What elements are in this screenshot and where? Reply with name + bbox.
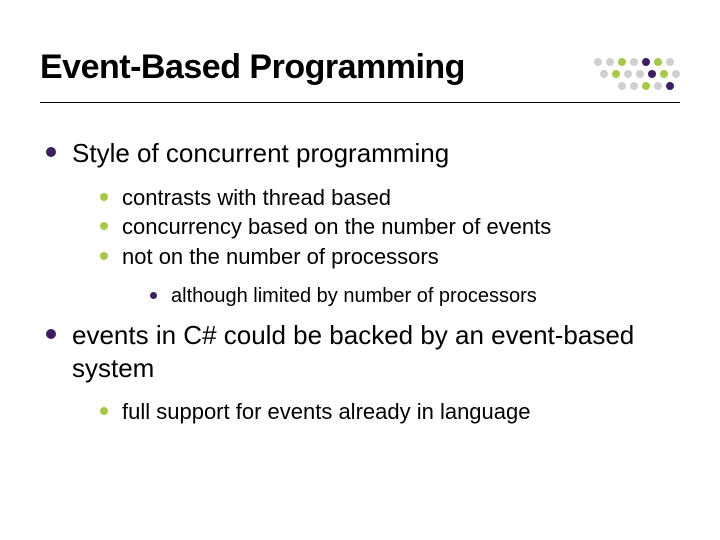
slide: Event-Based Programming Style of concurr… bbox=[0, 0, 720, 426]
bullet-icon bbox=[100, 252, 108, 260]
bullet-text: full support for events already in langu… bbox=[122, 398, 530, 426]
bullet-icon bbox=[46, 147, 56, 157]
bullet-text: contrasts with thread based bbox=[122, 184, 391, 212]
bullet-text: not on the number of processors bbox=[122, 243, 439, 271]
list-item: concurrency based on the number of event… bbox=[100, 213, 680, 241]
bullet-text: events in C# could be backed by an event… bbox=[72, 319, 680, 384]
bullet-icon bbox=[100, 407, 108, 415]
list-item: Style of concurrent programming bbox=[46, 137, 680, 170]
decor-dots-icon bbox=[592, 52, 680, 96]
list-item: events in C# could be backed by an event… bbox=[46, 319, 680, 384]
sub-sub-list: although limited by number of processors bbox=[150, 284, 680, 309]
sub-list: full support for events already in langu… bbox=[100, 398, 680, 426]
sub-list: contrasts with thread based concurrency … bbox=[100, 184, 680, 271]
list-item: full support for events already in langu… bbox=[100, 398, 680, 426]
bullet-text: although limited by number of processors bbox=[171, 284, 537, 309]
bullet-text: concurrency based on the number of event… bbox=[122, 213, 551, 241]
list-item: although limited by number of processors bbox=[150, 284, 680, 309]
bullet-icon bbox=[100, 193, 108, 201]
bullet-icon bbox=[150, 292, 157, 299]
slide-title: Event-Based Programming bbox=[40, 48, 465, 87]
list-item: contrasts with thread based bbox=[100, 184, 680, 212]
list-item: not on the number of processors bbox=[100, 243, 680, 271]
bullet-icon bbox=[100, 222, 108, 230]
bullet-text: Style of concurrent programming bbox=[72, 137, 449, 170]
bullet-icon bbox=[46, 329, 56, 339]
title-row: Event-Based Programming bbox=[40, 48, 680, 103]
